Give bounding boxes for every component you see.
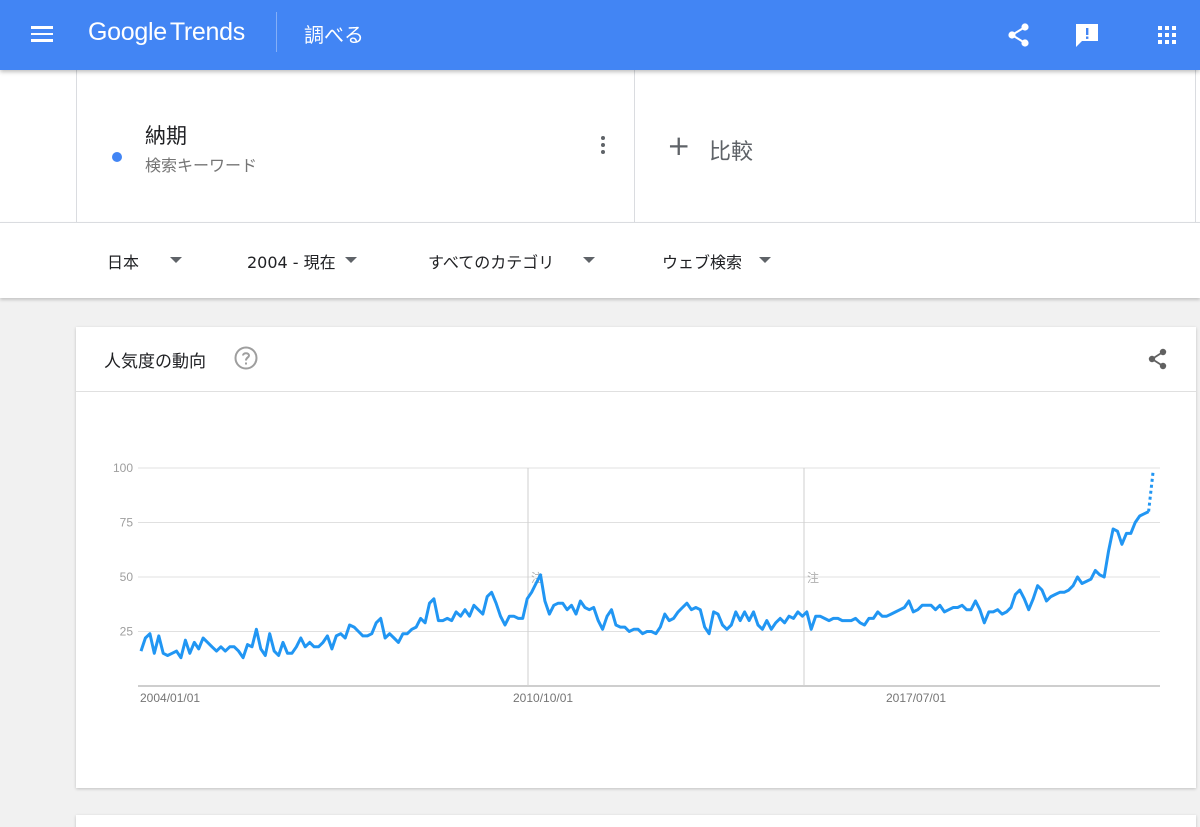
y-tick-label: 100 [113, 461, 133, 475]
time-filter-label: 2004 - 現在 [247, 253, 336, 272]
series-partial-line [1147, 472, 1155, 512]
annotation-note: 注 [807, 570, 819, 585]
x-tick-label: 2004/01/01 [140, 691, 200, 705]
y-tick-label: 75 [120, 516, 134, 530]
compare-button[interactable]: + 比較 [635, 70, 1196, 222]
series-line [139, 510, 1150, 660]
page-title: 調べる [304, 23, 364, 47]
help-icon[interactable] [234, 346, 258, 370]
dropdown-arrow-icon [583, 257, 595, 263]
dropdown-arrow-icon [170, 257, 182, 263]
search-term-name[interactable]: 納期 [145, 120, 187, 150]
plus-icon: + [667, 129, 691, 162]
time-filter[interactable]: 2004 - 現在 [247, 249, 367, 272]
top-app-bar: Google Trends 調べる [0, 0, 1200, 70]
card-title: 人気度の動向 [104, 352, 206, 372]
category-filter-label: すべてのカテゴリ [428, 253, 555, 272]
dropdown-arrow-icon [345, 257, 357, 263]
compare-label: 比較 [709, 140, 754, 165]
x-tick-label: 2017/07/01 [886, 691, 946, 705]
y-tick-label: 50 [120, 570, 134, 584]
search-type-filter[interactable]: ウェブ検索 [662, 249, 782, 272]
search-term-type: 検索キーワード [145, 156, 258, 175]
share-icon[interactable] [1001, 17, 1037, 53]
header-divider [276, 12, 277, 52]
apps-grid-icon[interactable] [1149, 17, 1185, 53]
term-color-dot [112, 152, 122, 162]
share-icon[interactable] [1144, 345, 1172, 373]
next-card-edge [76, 815, 1196, 827]
google-trends-logo[interactable]: Google Trends [88, 18, 245, 47]
feedback-icon[interactable] [1069, 17, 1105, 53]
logo-trends-text: Trends [169, 18, 245, 46]
interest-over-time-card: 人気度の動向 25 50 75 100 注注 2004/01/01 2010/10/01 20… [76, 327, 1196, 788]
search-term-card[interactable]: 納期 検索キーワード [76, 70, 635, 222]
more-vert-icon[interactable] [593, 134, 613, 158]
search-term-panel: 納期 検索キーワード + 比較 [0, 70, 1200, 222]
menu-icon[interactable] [26, 20, 58, 50]
x-tick-label: 2010/10/01 [513, 691, 573, 705]
y-tick-label: 25 [120, 625, 134, 639]
region-filter[interactable]: 日本 [107, 249, 187, 272]
logo-google-text: Google [88, 18, 167, 46]
region-filter-label: 日本 [107, 253, 140, 272]
dropdown-arrow-icon [759, 257, 771, 263]
trend-chart[interactable]: 255075100注 注2004/01/01 2010/10/01 2017/07/0… [76, 392, 1196, 788]
category-filter[interactable]: すべてのカテゴリ [428, 249, 608, 272]
filter-bar: 日本 2004 - 現在 すべてのカテゴリ ウェブ検索 [0, 222, 1200, 298]
search-type-filter-label: ウェブ検索 [662, 253, 743, 272]
